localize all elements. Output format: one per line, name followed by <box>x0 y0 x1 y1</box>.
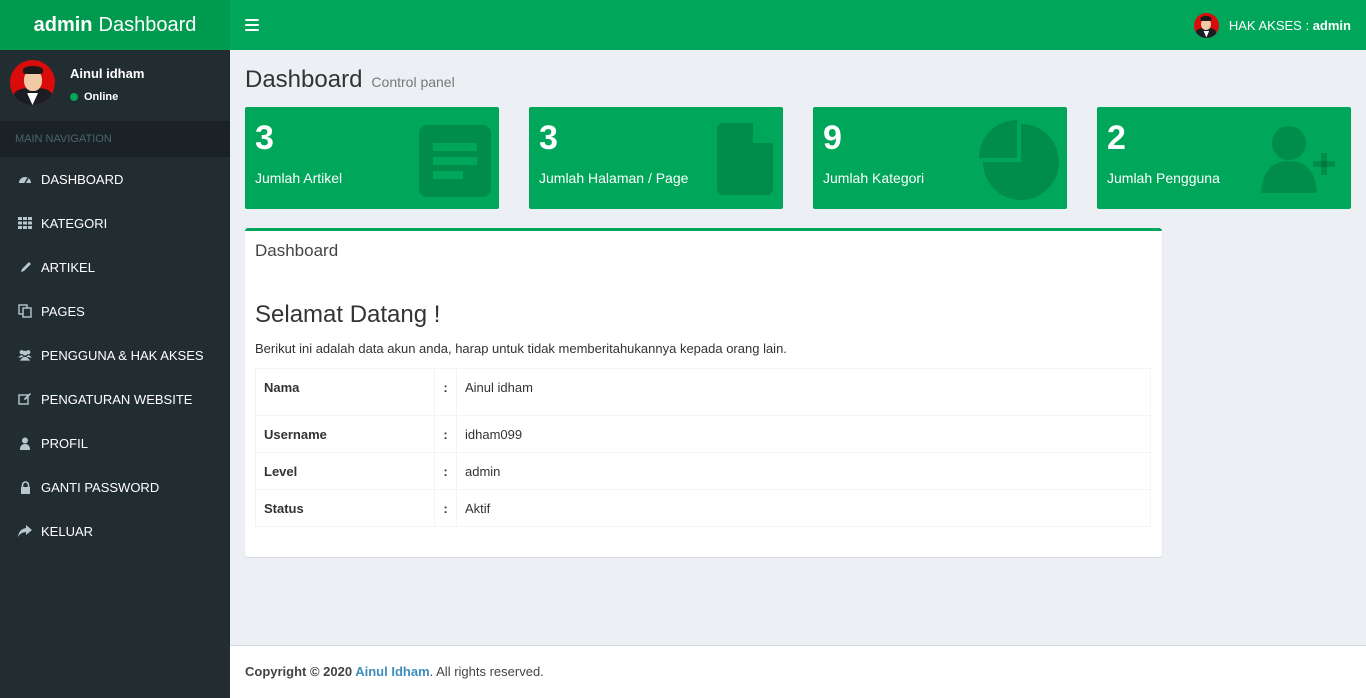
stat-value: 3 <box>539 119 558 157</box>
author-link[interactable]: Ainul Idham <box>355 664 429 679</box>
account-table: Nama : Ainul idham Username : idham099 L… <box>255 368 1151 527</box>
row-label: Level <box>255 452 435 490</box>
sidebar-item-profil[interactable]: PROFIL <box>0 421 230 465</box>
sidebar-item-ganti-password[interactable]: GANTI PASSWORD <box>0 465 230 509</box>
pencil-icon <box>18 260 32 274</box>
table-row: Username : idham099 <box>255 415 1151 453</box>
user-plus-icon <box>1261 126 1335 193</box>
stat-label: Jumlah Halaman / Page <box>539 170 689 186</box>
stat-label: Jumlah Kategori <box>823 170 925 186</box>
avatar <box>10 60 55 105</box>
user-status: Online <box>70 91 118 103</box>
sidebar-item-kategori[interactable]: KATEGORI <box>0 201 230 245</box>
welcome-heading: Selamat Datang ! <box>255 301 441 328</box>
content-header: Dashboard Control panel <box>245 66 455 94</box>
row-value: idham099 <box>456 415 1151 453</box>
row-colon: : <box>434 489 457 527</box>
stat-box-kategori[interactable]: 9 Jumlah Kategori <box>813 107 1067 209</box>
rights-text: . All rights reserved. <box>429 664 544 679</box>
row-colon: : <box>434 452 457 490</box>
dashboard-icon <box>18 172 32 186</box>
copyright-text: Copyright © 2020 <box>245 664 356 679</box>
copy-icon <box>18 304 32 318</box>
panel-title: Dashboard <box>255 241 339 260</box>
sidebar-item-pages[interactable]: PAGES <box>0 289 230 333</box>
table-row: Status : Aktif <box>255 489 1151 527</box>
grid-icon <box>18 216 32 230</box>
avatar <box>1193 12 1219 38</box>
row-colon: : <box>434 368 457 416</box>
logo-text: Dashboard <box>98 13 197 36</box>
page-title: Dashboard <box>245 66 363 93</box>
online-dot-icon <box>70 93 78 101</box>
footer: Copyright © 2020 Ainul Idham. All rights… <box>230 645 1366 698</box>
access-level: HAK AKSES : admin <box>1228 17 1351 33</box>
stat-value: 2 <box>1107 119 1126 157</box>
user-name: Ainul idham <box>70 66 145 81</box>
stat-label: Jumlah Artikel <box>255 170 343 186</box>
logo-bold: admin <box>33 13 93 36</box>
nav-header: MAIN NAVIGATION <box>0 121 230 157</box>
user-icon <box>18 436 32 450</box>
stat-box-pengguna[interactable]: 2 Jumlah Pengguna <box>1097 107 1351 209</box>
app-logo[interactable]: admin Dashboard <box>0 0 230 50</box>
row-label: Username <box>255 415 435 453</box>
sidebar-item-keluar[interactable]: KELUAR <box>0 509 230 553</box>
dashboard-panel: Dashboard Selamat Datang ! Berikut ini a… <box>245 228 1162 557</box>
row-value: admin <box>456 452 1151 490</box>
sidebar-item-pengguna[interactable]: PENGGUNA & HAK AKSES <box>0 333 230 377</box>
sidebar-toggle-icon[interactable] <box>245 19 259 31</box>
sidebar-item-dashboard[interactable]: DASHBOARD <box>0 157 230 201</box>
user-menu[interactable]: HAK AKSES : admin <box>1193 12 1351 38</box>
lock-icon <box>18 480 32 494</box>
list-icon <box>419 125 491 197</box>
table-row: Nama : Ainul idham <box>255 368 1151 416</box>
file-icon <box>717 123 773 195</box>
share-icon <box>18 524 32 538</box>
stat-box-halaman[interactable]: 3 Jumlah Halaman / Page <box>529 107 783 209</box>
row-value: Aktif <box>456 489 1151 527</box>
intro-text: Berikut ini adalah data akun anda, harap… <box>255 341 787 356</box>
row-colon: : <box>434 415 457 453</box>
page-subtitle: Control panel <box>371 74 455 90</box>
edit-icon <box>18 392 32 406</box>
sidebar: Ainul idham Online MAIN NAVIGATION DASHB… <box>0 50 230 698</box>
top-navbar: HAK AKSES : admin <box>230 0 1366 50</box>
row-label: Nama <box>255 368 435 416</box>
user-panel: Ainul idham Online <box>0 50 230 121</box>
row-value: Ainul idham <box>456 368 1151 416</box>
pie-chart-icon <box>979 120 1059 200</box>
stat-box-artikel[interactable]: 3 Jumlah Artikel <box>245 107 499 209</box>
row-label: Status <box>255 489 435 527</box>
table-row: Level : admin <box>255 452 1151 490</box>
content-area: Dashboard Control panel 3 Jumlah Artikel… <box>230 50 1366 645</box>
stat-value: 9 <box>823 119 842 157</box>
sidebar-item-artikel[interactable]: ARTIKEL <box>0 245 230 289</box>
users-icon <box>18 348 32 362</box>
sidebar-item-pengaturan[interactable]: PENGATURAN WEBSITE <box>0 377 230 421</box>
stat-value: 3 <box>255 119 274 157</box>
stat-label: Jumlah Pengguna <box>1107 170 1220 186</box>
